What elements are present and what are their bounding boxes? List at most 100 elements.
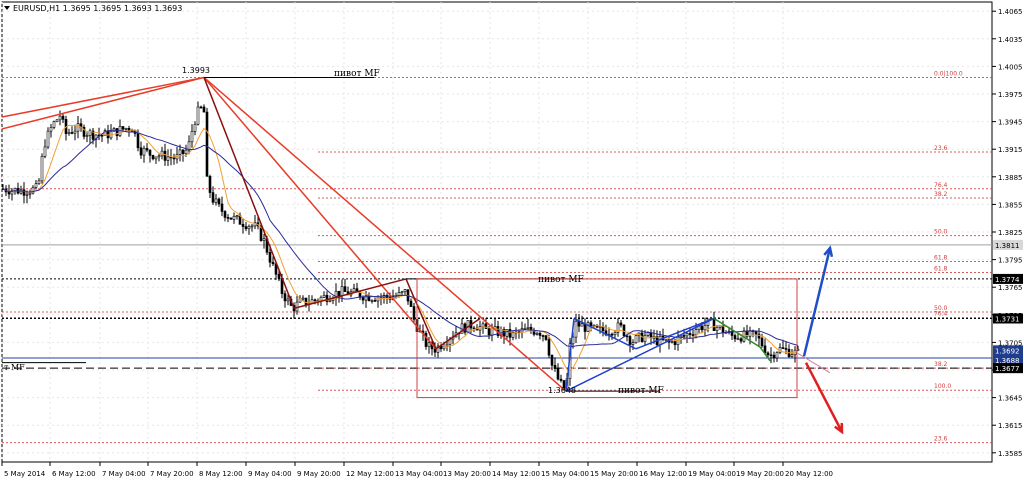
candle-body bbox=[580, 323, 584, 327]
price-tag-label: 1.3774 bbox=[995, 276, 1020, 284]
candle-body bbox=[544, 335, 548, 340]
candle-body bbox=[226, 217, 230, 219]
candle-body bbox=[268, 251, 272, 263]
y-tick-label: 1.3885 bbox=[998, 174, 1023, 182]
candle-body bbox=[217, 198, 221, 205]
candle-body bbox=[337, 290, 341, 297]
candle-body bbox=[766, 352, 770, 356]
fib-level-label: 23.6 bbox=[934, 436, 948, 443]
candle-body bbox=[124, 128, 128, 130]
candle-body bbox=[427, 342, 431, 347]
candle-body bbox=[646, 332, 650, 336]
candle-body bbox=[616, 322, 620, 333]
x-tick-label: 6 May 12:00 bbox=[52, 470, 96, 478]
candle-body bbox=[286, 298, 290, 302]
fib-level-label: 61.8 bbox=[934, 254, 948, 261]
candle-body bbox=[244, 226, 248, 230]
candle-body bbox=[598, 326, 602, 328]
candle-body bbox=[673, 341, 677, 345]
fib-level-label: 76.4 bbox=[934, 311, 948, 318]
price-label-low: 1.3648 bbox=[548, 386, 576, 395]
candle-body bbox=[556, 368, 560, 380]
candle-body bbox=[781, 347, 785, 349]
y-tick-label: 1.3585 bbox=[998, 450, 1023, 458]
candle-body bbox=[367, 295, 371, 302]
x-tick-label: 19 May 20:00 bbox=[736, 470, 784, 478]
candle-body bbox=[184, 149, 188, 154]
y-tick-label: 1.3855 bbox=[998, 201, 1023, 209]
candle-body bbox=[304, 297, 308, 306]
y-tick-label: 1.3975 bbox=[998, 91, 1023, 99]
candle-body bbox=[205, 111, 209, 177]
candle-body bbox=[262, 238, 266, 241]
candle-body bbox=[511, 332, 515, 338]
x-tick-label: 16 May 12:00 bbox=[639, 470, 687, 478]
candle-body bbox=[46, 130, 50, 148]
x-tick-label: 12 May 12:00 bbox=[346, 470, 394, 478]
x-tick-label: 20 May 12:00 bbox=[785, 470, 833, 478]
candle-body bbox=[400, 291, 404, 294]
pivot-label: пивот MF bbox=[618, 386, 664, 396]
chart-background bbox=[0, 0, 1024, 482]
candle-body bbox=[163, 150, 167, 161]
candle-body bbox=[49, 127, 53, 132]
candle-body bbox=[364, 295, 368, 301]
candle-body bbox=[211, 192, 215, 203]
candle-body bbox=[178, 149, 182, 155]
candle-body bbox=[208, 176, 212, 193]
fib-level-label: 23.6 bbox=[934, 145, 948, 152]
price-chart: 1.4065 1.4035 1.4005 1.3975 1.3945 1.3915 1.38… bbox=[0, 0, 1024, 482]
candle-body bbox=[34, 183, 38, 188]
candle-body bbox=[790, 354, 794, 357]
y-tick-label: 1.3945 bbox=[998, 119, 1023, 127]
fib-level-label: 61.8 bbox=[934, 265, 948, 272]
fib-level-label: 38.2 bbox=[934, 361, 948, 368]
candle-body bbox=[241, 224, 245, 227]
candle-body bbox=[490, 328, 494, 336]
candle-body bbox=[154, 156, 158, 160]
x-tick-label: 15 May 04:00 bbox=[541, 470, 589, 478]
candle-body bbox=[622, 324, 626, 337]
candle-body bbox=[691, 334, 695, 336]
candle-body bbox=[625, 335, 629, 338]
candle-body bbox=[721, 325, 725, 334]
candle-body bbox=[613, 332, 617, 336]
candle-body bbox=[553, 364, 557, 369]
candle-body bbox=[61, 115, 65, 120]
candle-body bbox=[139, 147, 143, 156]
candle-body bbox=[157, 155, 161, 158]
candle-body bbox=[322, 294, 326, 298]
candle-body bbox=[271, 261, 275, 265]
candle-body bbox=[739, 338, 743, 342]
candle-body bbox=[586, 322, 590, 332]
candle-body bbox=[220, 203, 224, 212]
candle-body bbox=[610, 333, 614, 336]
candle-body bbox=[736, 338, 740, 340]
candle-body bbox=[340, 286, 344, 297]
x-tick-label: 8 May 12:00 bbox=[199, 470, 243, 478]
candle-body bbox=[127, 128, 131, 131]
x-tick-label: 5 May 2014 bbox=[4, 470, 46, 478]
candle-body bbox=[775, 352, 779, 359]
candle-body bbox=[559, 378, 563, 381]
price-label-high: 1.3993 bbox=[182, 66, 210, 75]
pivot-label: т MF bbox=[4, 363, 25, 372]
candle-body bbox=[361, 297, 365, 301]
candle-body bbox=[352, 288, 356, 293]
candle-body bbox=[694, 329, 698, 336]
candle-body bbox=[784, 348, 788, 350]
fib-level-label: 38.2 bbox=[934, 191, 948, 198]
candle-body bbox=[235, 215, 239, 217]
y-tick-label: 1.3615 bbox=[998, 422, 1023, 430]
candle-body bbox=[550, 354, 554, 366]
candle-body bbox=[634, 335, 638, 343]
candle-body bbox=[232, 215, 236, 220]
candle-body bbox=[85, 135, 89, 137]
x-tick-label: 9 May 20:00 bbox=[297, 470, 341, 478]
x-tick-label: 7 May 20:00 bbox=[150, 470, 194, 478]
candle-body bbox=[247, 226, 251, 230]
candle-body bbox=[181, 149, 185, 154]
chart-root: 1.4065 1.4035 1.4005 1.3975 1.3945 1.3915 1.38… bbox=[0, 0, 1024, 482]
candle-body bbox=[28, 192, 32, 195]
y-tick-label: 1.3765 bbox=[998, 284, 1023, 292]
